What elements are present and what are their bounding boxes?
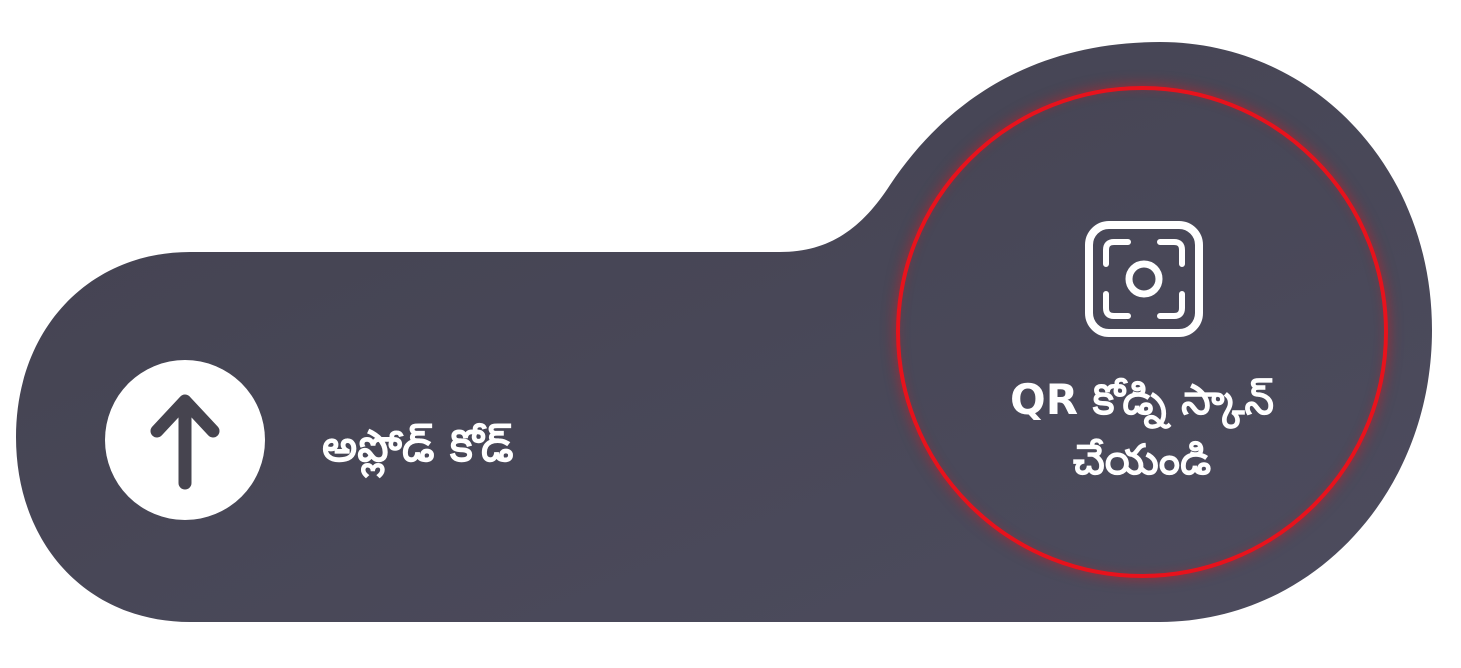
upload-button[interactable] [105, 360, 265, 520]
arrow-up-icon [150, 394, 220, 490]
scan-qr-label[interactable]: QR కోడ్ని స్కాన్ చేయండి [940, 370, 1344, 490]
camera-scan-icon [1085, 221, 1203, 337]
scan-label-line1: QR కోడ్ని స్కాన్ [1010, 375, 1274, 424]
qr-action-panel: అప్లోడ్ కోడ్ QR కోడ్ని స్కాన్ చేయండి [0, 0, 1461, 668]
upload-code-label[interactable]: అప్లోడ్ కోడ్ [322, 412, 514, 482]
scan-label-line2: చేయండి [1072, 435, 1212, 484]
